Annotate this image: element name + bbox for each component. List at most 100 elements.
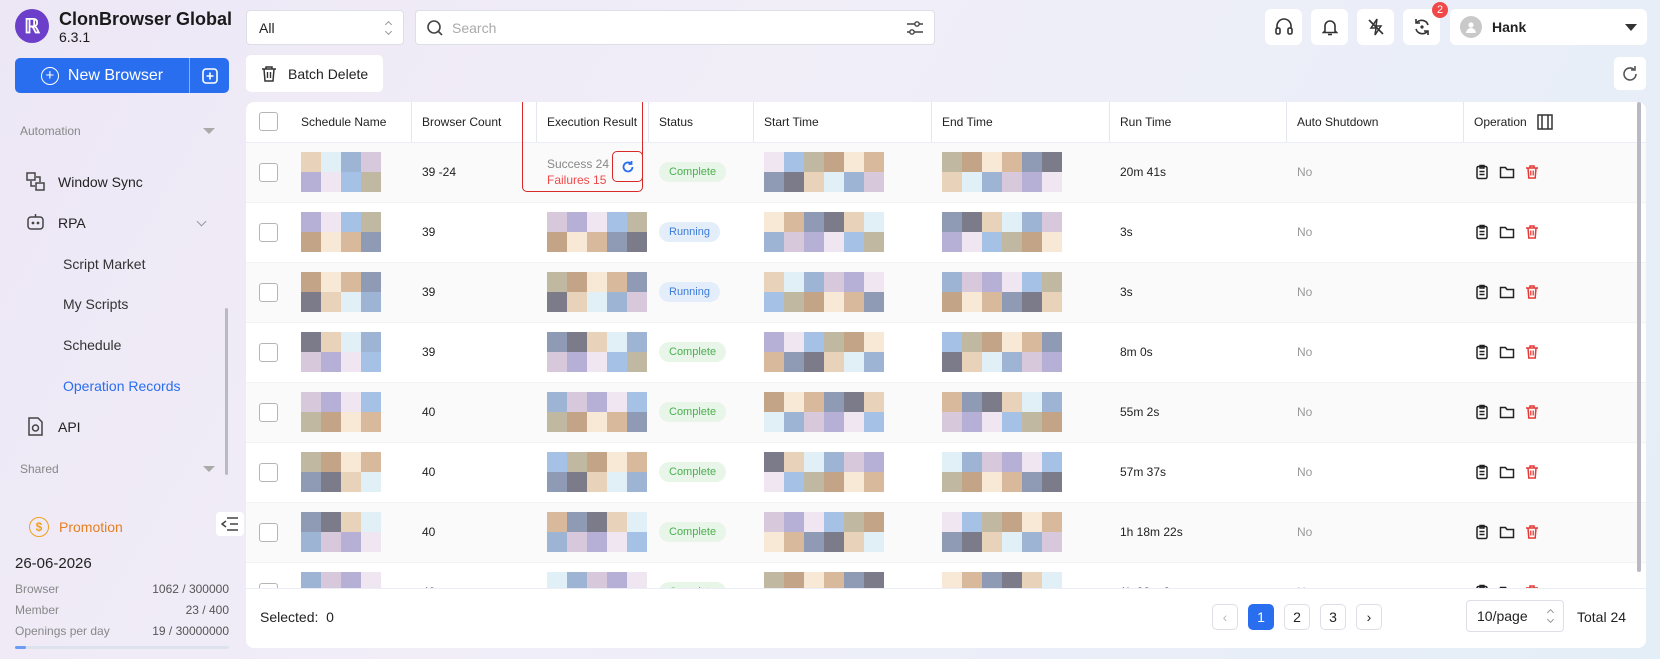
- folder-icon[interactable]: [1499, 404, 1515, 420]
- group-shared[interactable]: Shared: [20, 462, 230, 476]
- row-checkbox[interactable]: [259, 342, 278, 362]
- sidebar-item-my-scripts[interactable]: My Scripts: [63, 296, 128, 312]
- folder-icon[interactable]: [1499, 464, 1515, 480]
- column-settings-icon[interactable]: [1536, 113, 1554, 131]
- clipboard-icon[interactable]: [1474, 224, 1490, 240]
- sidebar-item-operation-records[interactable]: Operation Records: [63, 378, 181, 394]
- start-time-cell: [754, 142, 932, 203]
- filter-select-value: All: [259, 19, 275, 36]
- column-header[interactable]: Start Time: [754, 102, 932, 143]
- refresh-button[interactable]: [1614, 57, 1646, 90]
- clipboard-icon[interactable]: [1474, 284, 1490, 300]
- page-size-select[interactable]: 10/page: [1466, 600, 1564, 632]
- table-row[interactable]: 39 -24 Success 24 Failures 15 Complete 20m 4…: [246, 142, 1646, 203]
- proxy-toggle-button[interactable]: [1357, 9, 1394, 45]
- execution-result: Success 24 Failures 15: [547, 151, 649, 193]
- select-all-checkbox[interactable]: [259, 112, 278, 132]
- row-checkbox[interactable]: [259, 222, 278, 242]
- filter-select[interactable]: All: [246, 10, 404, 45]
- delete-icon[interactable]: [1524, 344, 1540, 360]
- column-header[interactable]: End Time: [932, 102, 1110, 143]
- add-square-icon: [201, 67, 218, 84]
- folder-icon[interactable]: [1499, 224, 1515, 240]
- delete-icon[interactable]: [1524, 164, 1540, 180]
- clipboard-icon[interactable]: [1474, 464, 1490, 480]
- redacted-timestamp: [301, 152, 381, 192]
- avatar: [1460, 16, 1482, 38]
- column-header[interactable]: Browser Count: [412, 102, 537, 143]
- status-badge: Running: [659, 282, 720, 302]
- promotion-link[interactable]: $ Promotion: [29, 517, 123, 537]
- table-row[interactable]: 40 Complete 55m 2s No: [246, 382, 1646, 443]
- user-menu[interactable]: Hank: [1450, 9, 1647, 45]
- row-checkbox[interactable]: [259, 522, 278, 542]
- auto-shutdown-cell: No: [1287, 322, 1464, 383]
- sidebar-item-script-market[interactable]: Script Market: [63, 256, 145, 272]
- window-sync-icon: [25, 171, 46, 192]
- page-button[interactable]: 2: [1284, 604, 1310, 630]
- search-input[interactable]: [452, 19, 906, 36]
- new-browser-button[interactable]: + New Browser: [15, 58, 189, 93]
- sidebar-item-schedule[interactable]: Schedule: [63, 337, 121, 353]
- select-all-cell: [246, 102, 291, 143]
- column-header[interactable]: Schedule Name: [291, 102, 412, 143]
- page-button[interactable]: 3: [1320, 604, 1346, 630]
- batch-delete-button[interactable]: Batch Delete: [246, 55, 383, 92]
- stat-value: 19 / 30000000: [152, 624, 229, 638]
- row-checkbox[interactable]: [259, 162, 278, 182]
- clipboard-icon[interactable]: [1474, 404, 1490, 420]
- folder-icon[interactable]: [1499, 164, 1515, 180]
- column-header[interactable]: Execution Result: [537, 102, 649, 143]
- sidebar-scrollbar[interactable]: [225, 308, 228, 475]
- status-badge: Complete: [659, 402, 727, 422]
- chevron-down-icon[interactable]: [196, 216, 207, 227]
- row-checkbox[interactable]: [259, 462, 278, 482]
- delete-icon[interactable]: [1524, 224, 1540, 240]
- notifications-button[interactable]: [1311, 9, 1348, 45]
- run-time-cell: 1h 18m 22s: [1110, 502, 1287, 563]
- sidebar-item-rpa[interactable]: RPA: [25, 212, 86, 233]
- table-row[interactable]: 39 Running 3s No: [246, 262, 1646, 323]
- prev-page-button[interactable]: ‹: [1212, 604, 1238, 630]
- column-header[interactable]: Run Time: [1110, 102, 1287, 143]
- page-button[interactable]: 1: [1248, 604, 1274, 630]
- row-checkbox[interactable]: [259, 402, 278, 422]
- delete-icon[interactable]: [1524, 464, 1540, 480]
- row-select-cell: [246, 262, 291, 323]
- support-button[interactable]: [1265, 9, 1302, 45]
- folder-icon[interactable]: [1499, 284, 1515, 300]
- delete-icon[interactable]: [1524, 284, 1540, 300]
- next-page-button[interactable]: ›: [1356, 604, 1382, 630]
- clipboard-icon[interactable]: [1474, 344, 1490, 360]
- delete-icon[interactable]: [1524, 524, 1540, 540]
- records-panel: Schedule Name Browser Count Execution Re…: [246, 102, 1646, 648]
- clipboard-icon[interactable]: [1474, 164, 1490, 180]
- delete-icon[interactable]: [1524, 404, 1540, 420]
- group-automation[interactable]: Automation: [20, 124, 230, 138]
- app-version: 6.3.1: [59, 29, 91, 45]
- collapse-sidebar-button[interactable]: [216, 512, 244, 536]
- retry-button[interactable]: [612, 151, 643, 182]
- selected-count: Selected: 0: [260, 609, 334, 625]
- folder-icon[interactable]: [1499, 524, 1515, 540]
- column-header[interactable]: Status: [649, 102, 754, 143]
- column-header[interactable]: Operation: [1464, 102, 1646, 143]
- table-row[interactable]: 39 Running 3s No: [246, 202, 1646, 263]
- clipboard-icon[interactable]: [1474, 524, 1490, 540]
- row-checkbox[interactable]: [259, 282, 278, 302]
- browser-count-cell: 39 -24: [412, 142, 537, 203]
- table-row[interactable]: 40 Complete 57m 37s No: [246, 442, 1646, 503]
- sidebar-item-window-sync[interactable]: Window Sync: [25, 171, 143, 192]
- execution-result-cell: Success 24 Failures 15: [537, 142, 649, 203]
- table-row[interactable]: 39 Complete 8m 0s No: [246, 322, 1646, 383]
- column-header[interactable]: Auto Shutdown: [1287, 102, 1464, 143]
- table-scrollbar[interactable]: [1636, 102, 1642, 588]
- sidebar-item-api[interactable]: API: [25, 416, 81, 437]
- bell-icon: [1321, 20, 1338, 36]
- table-row[interactable]: 40 Complete 1h 18m 22s No: [246, 502, 1646, 563]
- folder-icon[interactable]: [1499, 344, 1515, 360]
- status-cell: Complete: [649, 322, 754, 383]
- stat-browser: Browser 1062 / 300000: [15, 582, 229, 596]
- new-browser-more-button[interactable]: [190, 58, 229, 93]
- filter-sliders-icon[interactable]: [906, 19, 924, 37]
